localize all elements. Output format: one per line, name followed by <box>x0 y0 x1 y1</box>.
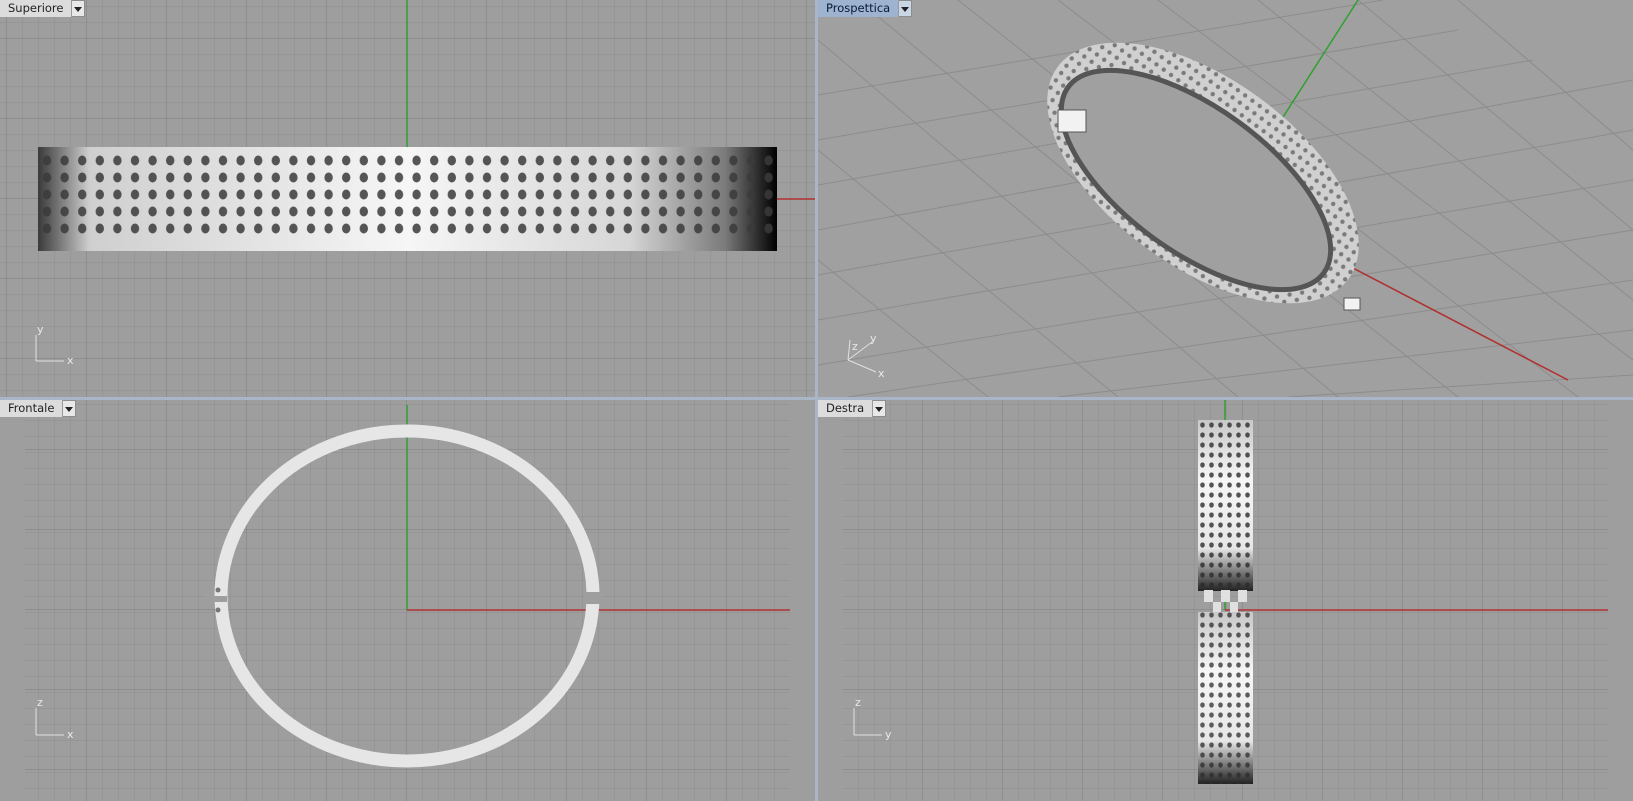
dropdown-arrow-icon[interactable] <box>899 0 913 17</box>
band-side-view[interactable] <box>1198 420 1253 784</box>
viewport-label-front[interactable]: Frontale <box>0 400 77 417</box>
viewport-perspective[interactable]: z y x Prospettica <box>818 0 1633 397</box>
viewport-title[interactable]: Superiore <box>0 0 73 17</box>
viewport-top[interactable]: y x Superiore <box>0 0 815 397</box>
axis-label-h: x <box>67 728 74 741</box>
viewport-right[interactable]: z y Destra <box>818 400 1633 801</box>
top-view-scene: y x <box>0 0 815 397</box>
axis-label-v: z <box>37 696 43 709</box>
dropdown-arrow-icon[interactable] <box>63 400 77 417</box>
viewport-label-top[interactable]: Superiore <box>0 0 86 17</box>
axis-label-v: z <box>855 696 861 709</box>
viewport-title[interactable]: Destra <box>818 400 874 417</box>
axis-label-h: x <box>67 354 74 367</box>
dropdown-arrow-icon[interactable] <box>72 0 86 17</box>
perspective-view-scene: z y x <box>818 0 1633 397</box>
band-top-view[interactable] <box>38 147 777 251</box>
dropdown-arrow-icon[interactable] <box>873 400 887 417</box>
viewport-title[interactable]: Frontale <box>0 400 64 417</box>
front-view-scene: z x <box>0 400 815 801</box>
axis-label-y: y <box>870 332 877 345</box>
viewport-label-right[interactable]: Destra <box>818 400 887 417</box>
axis-label-x: x <box>878 367 885 380</box>
viewport-title[interactable]: Prospettica <box>818 0 900 17</box>
viewport-label-perspective[interactable]: Prospettica <box>818 0 913 17</box>
right-view-scene: z y <box>818 400 1633 801</box>
viewport-front[interactable]: z x Frontale <box>0 400 815 801</box>
axis-label-z: z <box>852 340 858 353</box>
axis-label-v: y <box>37 323 44 336</box>
axis-label-h: y <box>885 728 892 741</box>
